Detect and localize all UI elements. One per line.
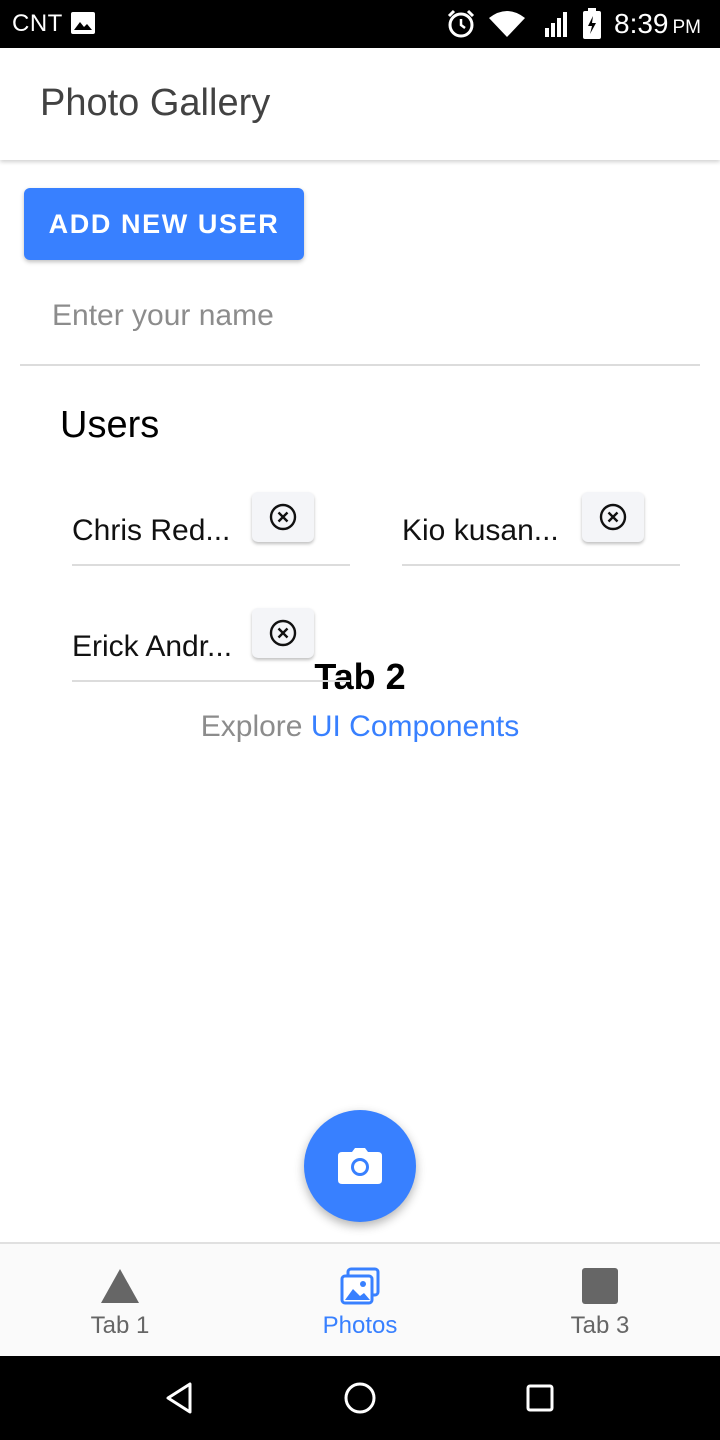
name-field bbox=[20, 278, 700, 366]
tab-photos[interactable]: Photos bbox=[240, 1244, 480, 1356]
user-item: Chris Red... bbox=[72, 492, 350, 566]
user-item: Erick Andr... bbox=[72, 608, 350, 682]
images-icon bbox=[340, 1267, 380, 1305]
tab-1-label: Tab 1 bbox=[90, 1312, 150, 1339]
user-name: Erick Andr... bbox=[72, 630, 244, 664]
name-input[interactable] bbox=[52, 294, 672, 338]
triangle-icon bbox=[101, 1269, 139, 1303]
carrier-label: CNT bbox=[12, 10, 63, 37]
close-circle-icon bbox=[269, 503, 297, 531]
close-circle-icon bbox=[269, 619, 297, 647]
clock-time: 8:39 bbox=[614, 8, 669, 39]
home-icon[interactable] bbox=[340, 1378, 380, 1418]
image-icon bbox=[71, 12, 95, 34]
explore-prefix: Explore bbox=[200, 710, 303, 743]
camera-icon bbox=[338, 1148, 382, 1184]
tab-1[interactable]: Tab 1 bbox=[0, 1244, 240, 1356]
tab-3-label: Tab 3 bbox=[570, 1312, 630, 1339]
bottom-tab-bar: Tab 1 Photos Tab 3 bbox=[0, 1242, 720, 1356]
status-bar: CNT 8:39 PM bbox=[0, 0, 720, 48]
user-name: Chris Red... bbox=[72, 514, 231, 547]
battery-icon bbox=[583, 8, 601, 39]
clock: 8:39 PM bbox=[614, 8, 701, 40]
add-user-button[interactable]: ADD NEW USER bbox=[24, 188, 304, 260]
user-name: Kio kusan... bbox=[402, 514, 559, 547]
remove-user-button[interactable] bbox=[252, 608, 314, 658]
users-heading: Users bbox=[60, 404, 160, 446]
system-nav-bar bbox=[0, 1356, 720, 1440]
close-circle-icon bbox=[599, 503, 627, 531]
remove-user-button[interactable] bbox=[252, 492, 314, 542]
ui-components-link[interactable]: UI Components bbox=[311, 710, 519, 743]
camera-fab-button[interactable] bbox=[304, 1110, 416, 1222]
page-title: Photo Gallery bbox=[40, 82, 271, 124]
alarm-icon bbox=[447, 9, 475, 38]
app-header: Photo Gallery bbox=[0, 48, 720, 160]
tab-3[interactable]: Tab 3 bbox=[480, 1244, 720, 1356]
back-icon[interactable] bbox=[160, 1378, 200, 1418]
remove-user-button[interactable] bbox=[582, 492, 644, 542]
tab-photos-label: Photos bbox=[322, 1312, 398, 1339]
user-item: Kio kusan... bbox=[402, 492, 680, 566]
wifi-icon bbox=[489, 11, 525, 37]
signal-icon bbox=[545, 12, 567, 37]
square-icon bbox=[582, 1268, 618, 1304]
recents-icon[interactable] bbox=[520, 1378, 560, 1418]
clock-ampm: PM bbox=[672, 17, 702, 38]
explore-text: Explore UI Components bbox=[0, 710, 720, 744]
